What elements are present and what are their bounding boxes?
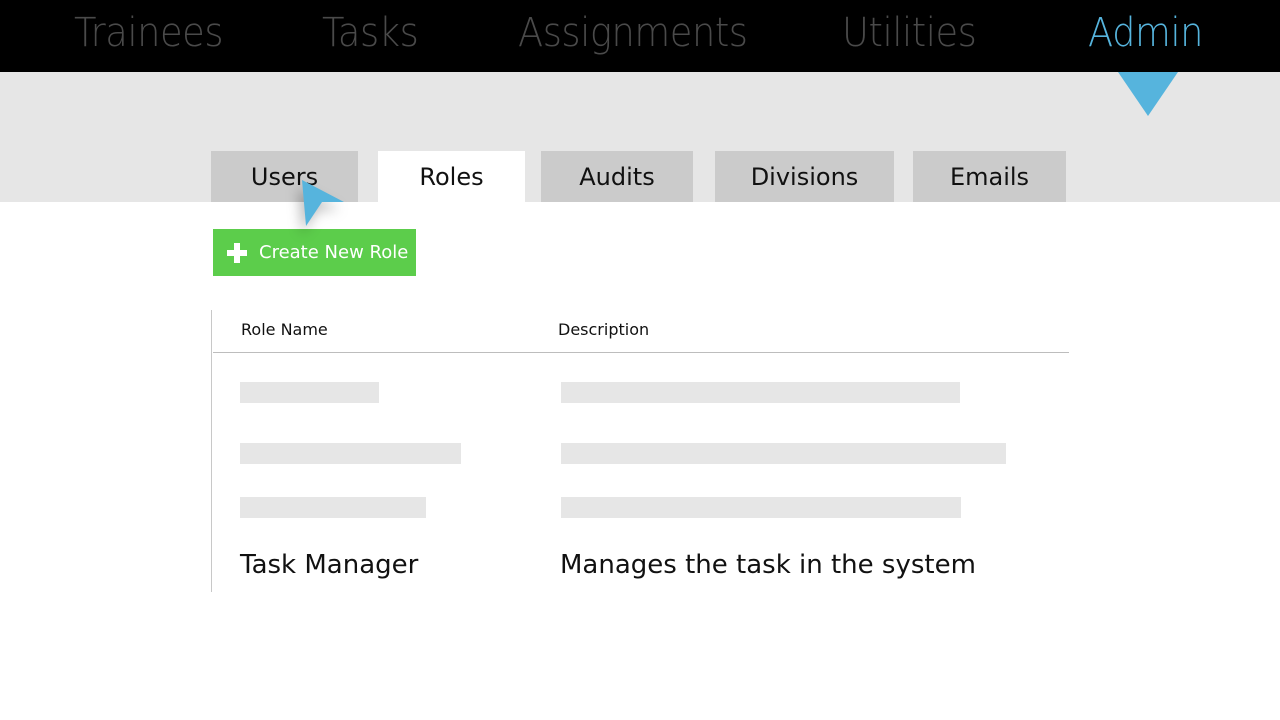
nav-item-tasks[interactable]: Tasks	[322, 10, 419, 56]
placeholder-role-name	[240, 443, 461, 464]
pointer-cursor-icon	[302, 180, 344, 226]
nav-item-trainees[interactable]: Trainees	[74, 10, 224, 56]
placeholder-description	[561, 382, 960, 403]
tab-label: Audits	[579, 162, 655, 191]
plus-icon	[227, 242, 247, 263]
placeholder-description	[561, 497, 961, 518]
top-navigation: Trainees Tasks Assignments Utilities Adm…	[0, 0, 1280, 72]
tab-emails[interactable]: Emails	[913, 151, 1066, 202]
placeholder-role-name	[240, 497, 426, 518]
tab-label: Roles	[419, 162, 484, 191]
header-divider	[213, 352, 1069, 353]
tab-divisions[interactable]: Divisions	[715, 151, 894, 202]
column-header-role-name: Role Name	[241, 320, 328, 339]
create-new-role-label: Create New Role	[259, 242, 409, 263]
description-cell: Manages the task in the system	[560, 550, 976, 580]
placeholder-role-name	[240, 382, 379, 403]
table-left-border	[211, 310, 212, 592]
tab-roles[interactable]: Roles	[378, 151, 525, 202]
create-new-role-button[interactable]: Create New Role	[213, 229, 416, 276]
placeholder-description	[561, 443, 1006, 464]
tab-audits[interactable]: Audits	[541, 151, 693, 202]
tab-label: Divisions	[750, 162, 859, 191]
active-indicator-triangle-icon	[1118, 72, 1178, 116]
nav-item-assignments[interactable]: Assignments	[518, 10, 748, 56]
column-header-description: Description	[558, 320, 650, 339]
role-name-cell[interactable]: Task Manager	[240, 550, 418, 580]
nav-item-admin[interactable]: Admin	[1088, 10, 1203, 56]
tab-label: Emails	[949, 162, 1030, 191]
nav-item-utilities[interactable]: Utilities	[842, 10, 977, 56]
